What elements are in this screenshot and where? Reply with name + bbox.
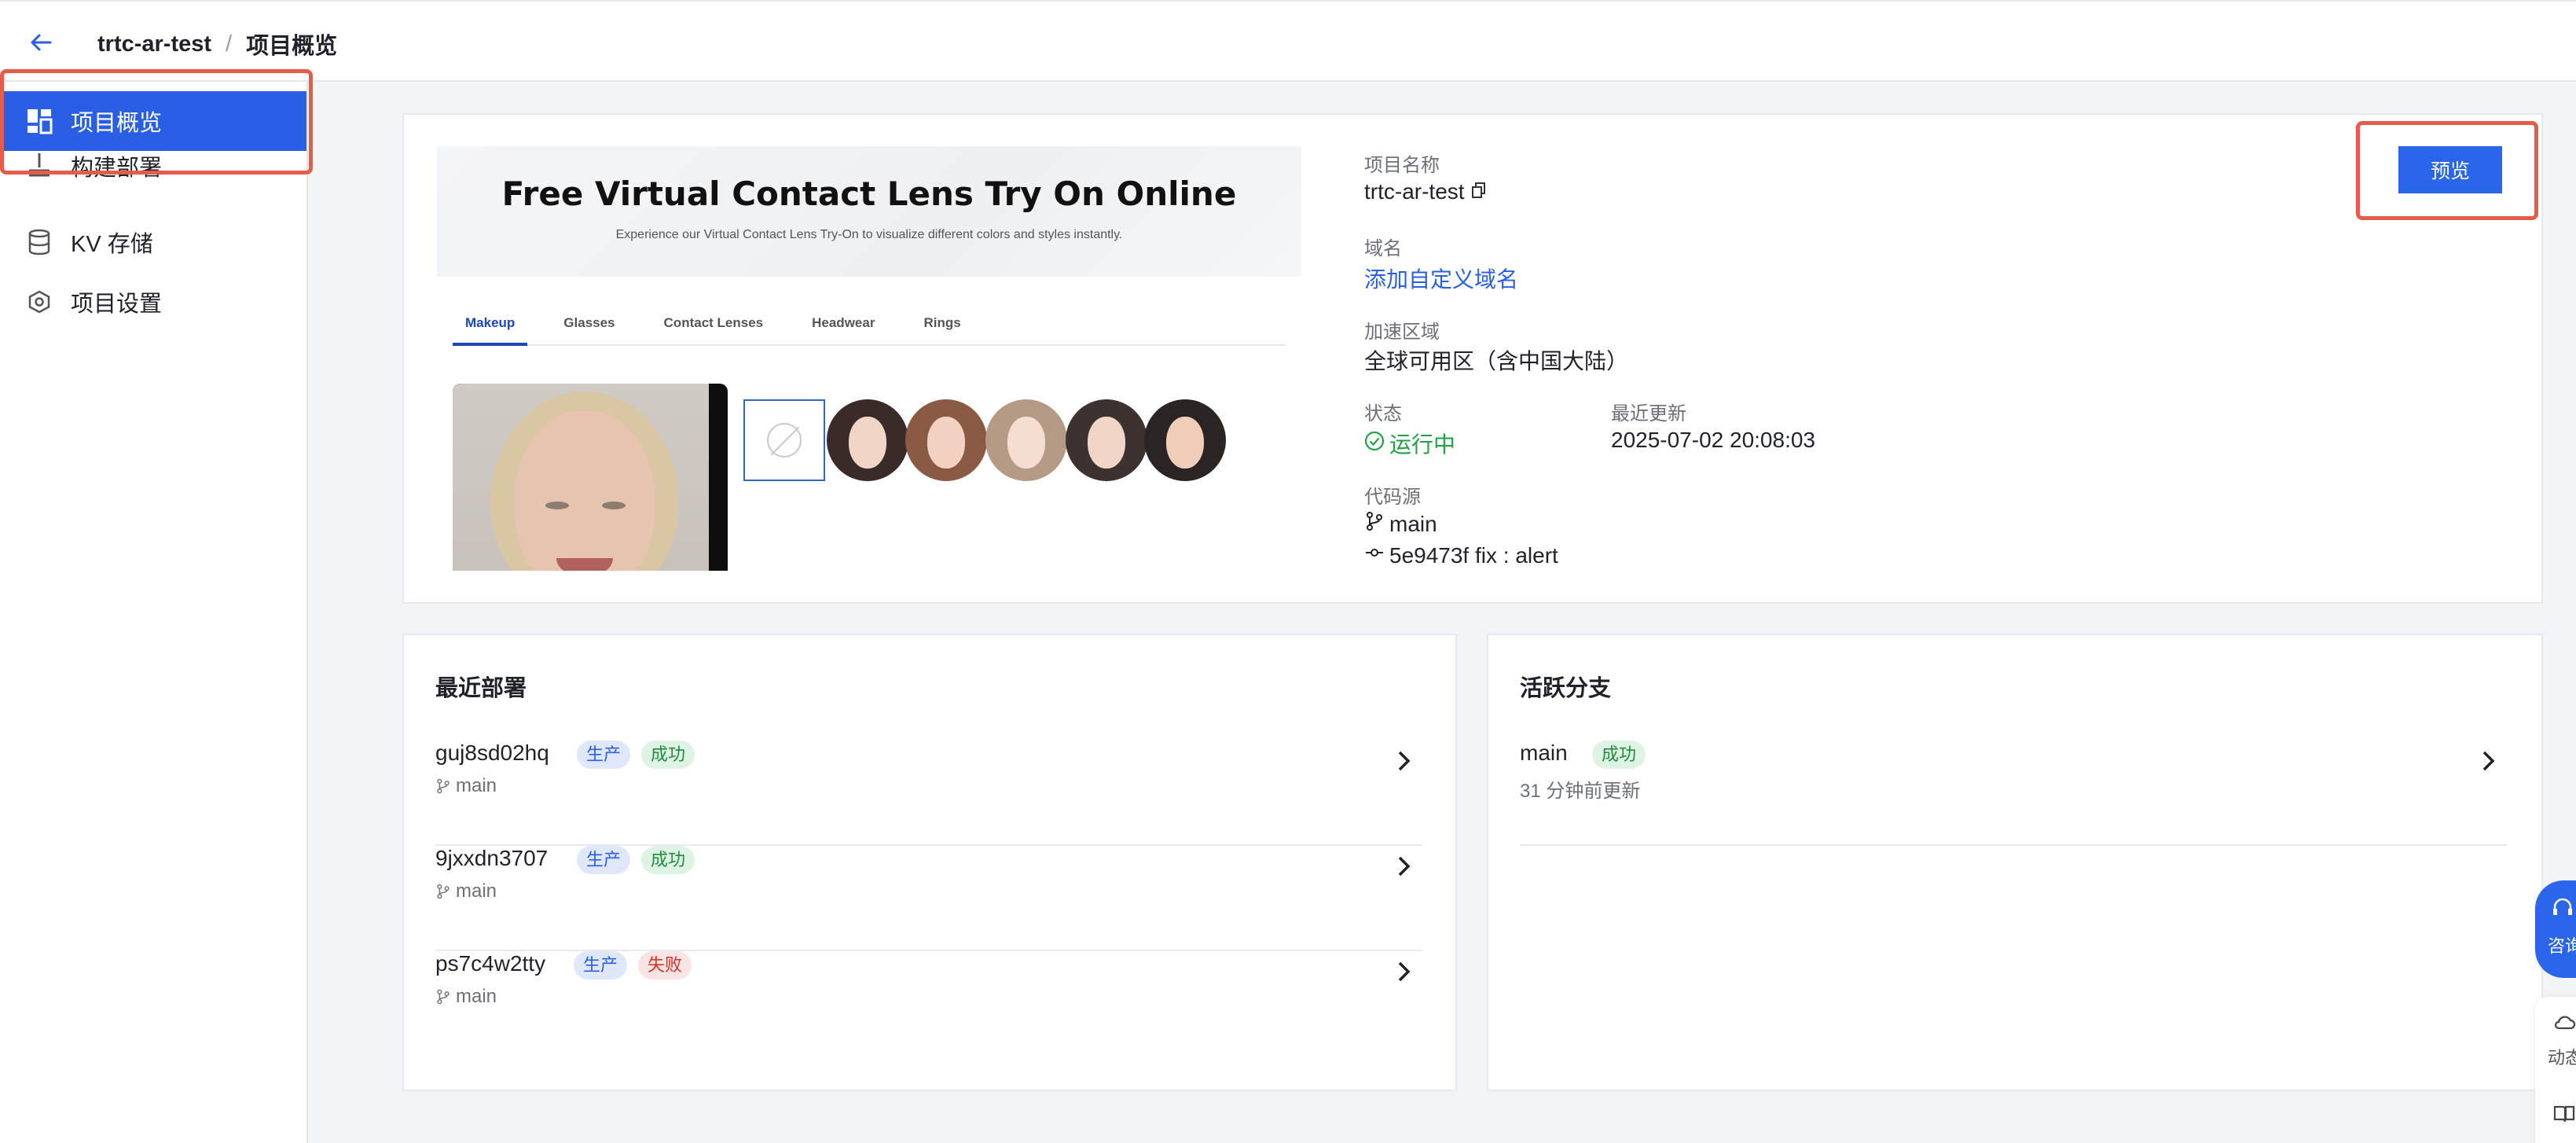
breadcrumb: trtc-ar-test / 项目概览 (97, 28, 337, 61)
source-label: 代码源 (1364, 487, 1421, 508)
avatar (905, 399, 987, 481)
source-branch: main (1364, 511, 1437, 537)
branch-row[interactable]: main 成功 31 分钟前更新 (1520, 741, 2507, 846)
deployment-branch: main (435, 880, 497, 902)
status-badge: 成功 (641, 741, 695, 769)
preview-title: Free Virtual Contact Lens Try On Online (501, 175, 1237, 213)
dashboard-icon (25, 107, 53, 135)
git-branch-icon (1364, 511, 1385, 537)
no-effect-icon (743, 399, 825, 481)
updated-label: 最近更新 (1611, 403, 1686, 424)
breadcrumb-project[interactable]: trtc-ar-test (97, 31, 211, 57)
sidebar-item-kv[interactable]: KV 存储 (0, 212, 306, 272)
project-name: trtc-ar-test (1364, 179, 1487, 204)
chevron-right-icon[interactable] (1391, 748, 1416, 774)
preview-tab: Makeup (453, 308, 528, 346)
env-badge: 生产 (577, 741, 631, 769)
status-badge: 成功 (1592, 741, 1646, 769)
branch-value: main (1389, 511, 1437, 536)
sidebar-item-settings[interactable]: 项目设置 (0, 272, 306, 332)
project-overview-card: Free Virtual Contact Lens Try On Online … (402, 113, 2543, 604)
deployment-branch: main (435, 775, 497, 797)
branch-updated: 31 分钟前更新 (1520, 781, 1641, 802)
database-icon (25, 228, 53, 256)
consult-float-button[interactable]: 咨询 (2535, 880, 2576, 978)
site-preview-thumbnail[interactable]: Free Virtual Contact Lens Try On Online … (437, 146, 1301, 571)
region-label: 加速区域 (1364, 322, 1440, 343)
branch-name: main (456, 775, 497, 796)
preview-banner: Free Virtual Contact Lens Try On Online … (437, 146, 1301, 277)
status-badge: 运行中 (1364, 428, 1455, 459)
preview-tab: Rings (923, 315, 961, 330)
news-label: 动态 (2548, 1048, 2576, 1068)
deployment-id: 9jxxdn3707 (435, 846, 549, 870)
avatar (985, 399, 1067, 481)
sidebar-item-overview[interactable]: 项目概览 (0, 91, 306, 151)
domain-label: 域名 (1364, 238, 1402, 259)
back-arrow-icon[interactable] (24, 25, 58, 60)
deployment-id: guj8sd02hq (435, 741, 549, 765)
avatar (827, 399, 908, 481)
updated-value: 2025-07-02 20:08:03 (1611, 428, 1815, 452)
active-branches-card: 活跃分支 main 成功 31 分钟前更新 (1487, 634, 2543, 1091)
add-custom-domain-link[interactable]: 添加自定义域名 (1364, 263, 1518, 294)
sidebar-item-build[interactable]: 构建部署 (0, 151, 306, 186)
preview-tab: Contact Lenses (663, 315, 764, 330)
env-badge: 生产 (574, 951, 628, 979)
deployment-row[interactable]: ps7c4w2tty 生产 失败 main (435, 951, 1422, 1057)
breadcrumb-current: 项目概览 (246, 34, 338, 59)
copy-icon[interactable] (1471, 179, 1487, 204)
preview-tab: Headwear (812, 315, 875, 330)
branch-name: main (1520, 741, 1568, 765)
git-branch-icon (437, 884, 450, 899)
sidebar-item-label: 项目概览 (71, 111, 163, 136)
deployment-row[interactable]: guj8sd02hq 生产 成功 main (435, 741, 1422, 846)
preview-subtitle: Experience our Virtual Contact Lens Try-… (615, 228, 1123, 241)
project-name-value: trtc-ar-test (1364, 179, 1465, 204)
active-branches-title: 活跃分支 (1520, 676, 1612, 701)
commit-value: 5e9473f fix : alert (1389, 542, 1558, 568)
headset-icon (2551, 896, 2574, 924)
breadcrumb-separator: / (226, 31, 233, 57)
deployment-row[interactable]: 9jxxdn3707 生产 成功 main (435, 846, 1422, 951)
status-label: 状态 (1364, 403, 1402, 424)
sidebar-item-label: 构建部署 (71, 156, 163, 181)
side-tools-panel: 动态 (2535, 997, 2576, 1143)
check-circle-icon (1364, 431, 1385, 457)
status-badge: 成功 (641, 846, 695, 874)
preview-face-photo (453, 384, 728, 571)
env-badge: 生产 (577, 846, 631, 874)
cloud-icon[interactable] (2552, 1013, 2576, 1036)
sidebar: 项目概览 构建部署 KV 存储 项目设置 (0, 82, 308, 1143)
status-badge: 失败 (638, 951, 692, 979)
build-icon (25, 151, 53, 179)
branch-name: main (456, 986, 497, 1007)
status-value: 运行中 (1389, 432, 1456, 457)
preview-tabs: Makeup Glasses Contact Lenses Headwear R… (453, 308, 1286, 346)
avatar (1144, 399, 1226, 481)
preview-button[interactable]: 预览 (2398, 146, 2502, 193)
project-name-label: 项目名称 (1364, 155, 1440, 176)
deployment-branch: main (435, 986, 497, 1008)
chevron-right-icon[interactable] (1391, 854, 1416, 879)
branch-name: main (456, 880, 497, 902)
sidebar-item-label: KV 存储 (71, 232, 153, 257)
settings-icon (25, 288, 53, 316)
source-commit: 5e9473f fix : alert (1364, 542, 1558, 568)
sidebar-item-label: 项目设置 (71, 292, 163, 317)
git-branch-icon (437, 989, 450, 1005)
git-commit-icon (1364, 542, 1385, 568)
recent-deployments-card: 最近部署 guj8sd02hq 生产 成功 main 9jxxdn3707 生产… (402, 634, 1457, 1091)
consult-label: 咨询 (2548, 936, 2576, 956)
git-branch-icon (437, 778, 450, 794)
chevron-right-icon[interactable] (1391, 959, 1416, 984)
chevron-right-icon[interactable] (2475, 748, 2501, 774)
avatar (1066, 399, 1147, 481)
book-icon[interactable] (2552, 1104, 2576, 1129)
preview-tab: Glasses (563, 315, 615, 330)
top-header: trtc-ar-test / 项目概览 (0, 0, 2576, 82)
region-value: 全球可用区（含中国大陆） (1364, 349, 1629, 373)
deployment-id: ps7c4w2tty (435, 951, 546, 976)
recent-deployments-title: 最近部署 (435, 676, 527, 701)
